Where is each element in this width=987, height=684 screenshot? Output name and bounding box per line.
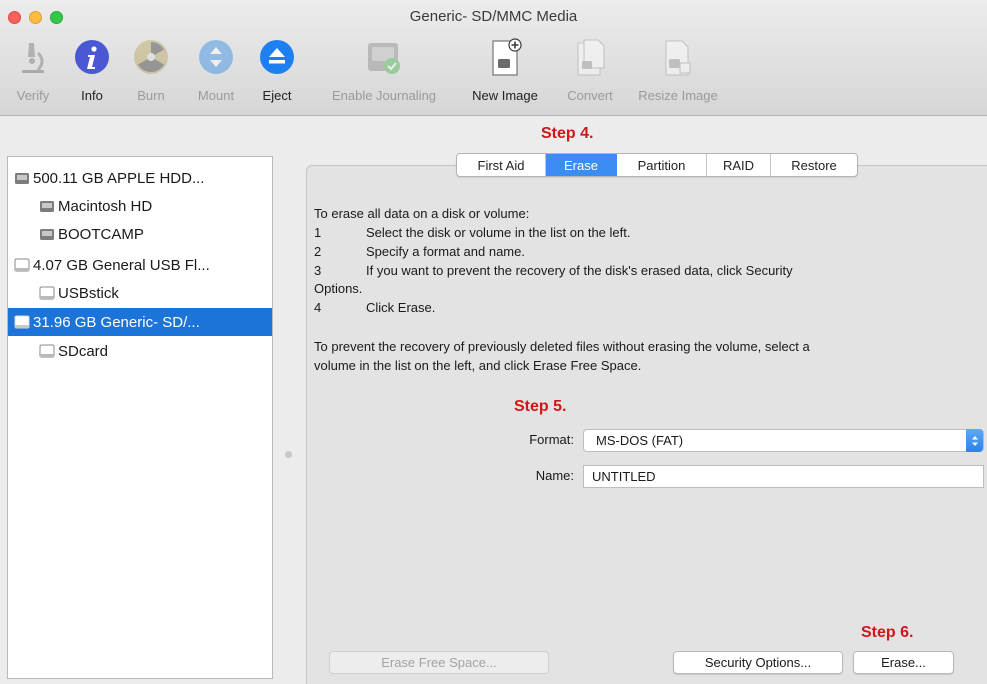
journaling-disk-icon: [364, 37, 404, 77]
sidebar-item-label: 500.11 GB APPLE HDD...: [33, 169, 205, 187]
info-button[interactable]: Info: [70, 37, 114, 113]
burn-button[interactable]: Burn: [131, 37, 171, 113]
instruction-text: Click Erase.: [366, 300, 436, 315]
external-volume-icon: [39, 286, 55, 300]
step-5-annotation: Step 5.: [514, 398, 567, 415]
toolbar: Verify Info Burn Mount Eject Enable Jour…: [0, 37, 987, 113]
sidebar-item-macintosh-hd[interactable]: Macintosh HD: [8, 192, 272, 220]
new-image-button[interactable]: New Image: [462, 37, 548, 113]
sidebar-item-label: BOOTCAMP: [58, 225, 144, 243]
internal-disk-icon: [15, 173, 29, 184]
microscope-icon: [13, 37, 53, 77]
tab-raid[interactable]: RAID: [707, 154, 771, 176]
tab-partition[interactable]: Partition: [617, 154, 707, 176]
mount-icon: [196, 37, 236, 77]
enable-journaling-button[interactable]: Enable Journaling: [316, 37, 452, 113]
convert-button[interactable]: Convert: [559, 37, 621, 113]
erase-button[interactable]: Erase...: [853, 651, 954, 674]
eject-icon: [257, 37, 297, 77]
format-select[interactable]: MS-DOS (FAT): [583, 429, 984, 452]
sidebar-item-apple-hdd[interactable]: 500.11 GB APPLE HDD...: [8, 164, 272, 192]
sidebar-item-label: 4.07 GB General USB Fl...: [33, 256, 210, 274]
external-volume-icon: [39, 344, 55, 358]
security-options-button[interactable]: Security Options...: [673, 651, 843, 674]
verify-label: Verify: [16, 88, 50, 103]
instruction-number: 3: [314, 263, 322, 278]
tab-bar: First Aid Erase Partition RAID Restore: [456, 153, 858, 177]
mount-button[interactable]: Mount: [193, 37, 239, 113]
sidebar-item-label: 31.96 GB Generic- SD/...: [33, 313, 200, 331]
splitter-handle[interactable]: [285, 451, 292, 458]
name-field[interactable]: UNTITLED: [583, 465, 984, 488]
instruction-number: 4: [314, 300, 322, 315]
enable-journaling-label: Enable Journaling: [331, 88, 437, 103]
burn-label: Burn: [137, 88, 165, 103]
volume-icon: [40, 201, 54, 212]
step-4-annotation: Step 4.: [541, 125, 594, 142]
new-image-label: New Image: [472, 88, 538, 103]
external-disk-icon: [14, 258, 30, 272]
instruction-text-continued: Options.: [314, 281, 363, 296]
tab-restore[interactable]: Restore: [771, 154, 857, 176]
sidebar-item-label: SDcard: [58, 342, 109, 360]
resize-image-button[interactable]: Resize Image: [629, 37, 727, 113]
eject-button[interactable]: Eject: [260, 37, 294, 113]
sidebar-item-sdcard[interactable]: SDcard: [8, 337, 272, 365]
mount-label: Mount: [197, 88, 235, 103]
volume-icon: [40, 229, 54, 240]
new-image-icon: [485, 37, 525, 77]
tab-first-aid[interactable]: First Aid: [457, 154, 546, 176]
sidebar-item-bootcamp[interactable]: BOOTCAMP: [8, 220, 272, 248]
resize-image-icon: [658, 37, 698, 77]
instruction-text: If you want to prevent the recovery of t…: [366, 263, 793, 278]
instruction-number: 2: [314, 244, 322, 259]
info-icon: [72, 37, 112, 77]
info-label: Info: [81, 88, 103, 103]
sidebar-item-label: Macintosh HD: [58, 197, 153, 215]
select-arrows-icon: [966, 429, 983, 452]
erase-instructions-intro: To erase all data on a disk or volume:: [314, 206, 530, 221]
name-label: Name:: [535, 468, 574, 483]
instruction-number: 1: [314, 225, 322, 240]
external-disk-icon: [14, 315, 30, 329]
step-6-annotation: Step 6.: [861, 624, 914, 641]
tab-erase[interactable]: Erase: [546, 154, 617, 176]
window-chrome: Generic- SD/MMC Media Verify Info Burn M…: [0, 0, 987, 116]
convert-label: Convert: [567, 88, 613, 103]
erase-free-space-button[interactable]: Erase Free Space...: [329, 651, 549, 674]
radioactive-burn-icon: [131, 37, 171, 77]
sidebar-item-general-usb[interactable]: 4.07 GB General USB Fl...: [8, 251, 272, 279]
sidebar-item-label: USBstick: [58, 284, 119, 302]
instruction-text: Specify a format and name.: [366, 244, 525, 259]
erase-panel: [306, 165, 987, 684]
format-select-value: MS-DOS (FAT): [596, 433, 684, 448]
format-label: Format:: [529, 432, 574, 447]
eject-label: Eject: [262, 88, 292, 103]
sidebar-item-generic-sd[interactable]: 31.96 GB Generic- SD/...: [8, 308, 272, 336]
window-title: Generic- SD/MMC Media: [409, 8, 578, 25]
convert-icon: [570, 37, 610, 77]
erase-free-space-note-continued: volume in the list on the left, and clic…: [314, 358, 642, 373]
erase-free-space-note: To prevent the recovery of previously de…: [314, 339, 810, 354]
disk-list[interactable]: 500.11 GB APPLE HDD... Macintosh HD BOOT…: [7, 156, 273, 679]
resize-image-label: Resize Image: [638, 88, 718, 103]
instruction-text: Select the disk or volume in the list on…: [366, 225, 631, 240]
sidebar-item-usbstick[interactable]: USBstick: [8, 279, 272, 307]
verify-button[interactable]: Verify: [13, 37, 53, 113]
